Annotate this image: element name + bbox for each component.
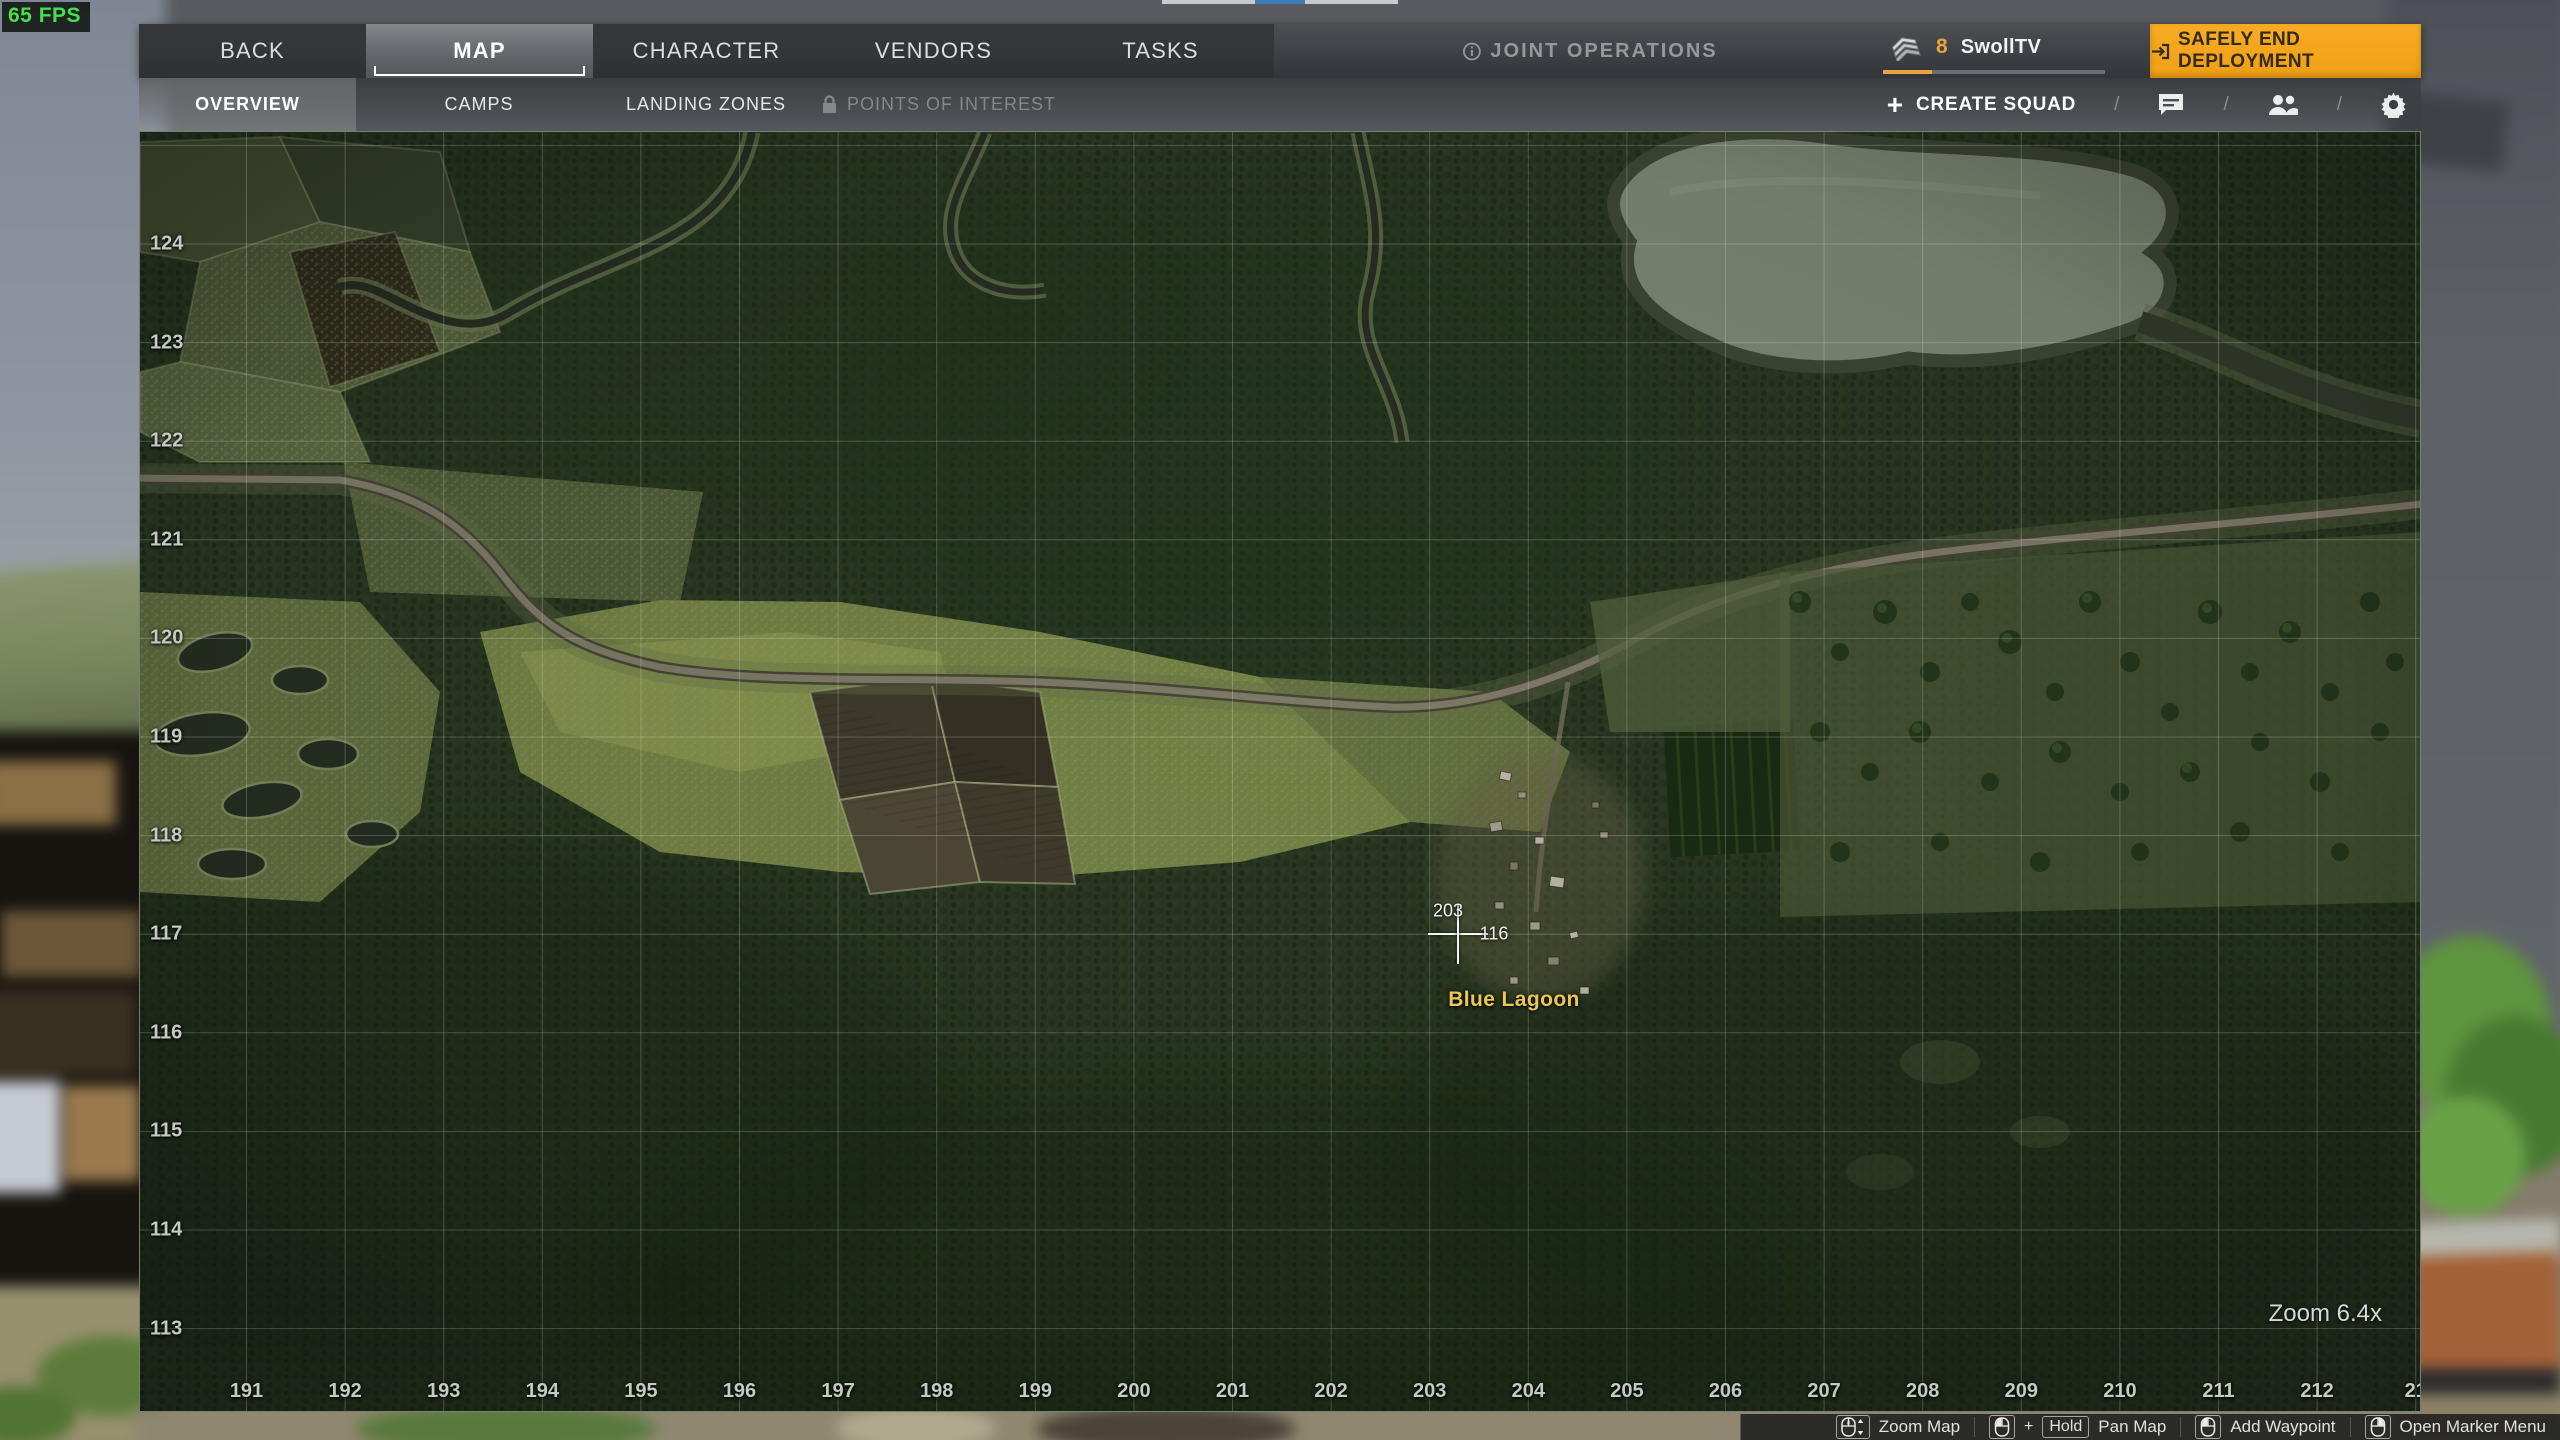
mouse-right-icon — [2365, 1415, 2391, 1439]
hint-add-waypoint: Add Waypoint — [2180, 1417, 2349, 1437]
lock-icon — [822, 95, 837, 114]
map-screen-panel: BACK MAP CHARACTER VENDORS TASKS JOINT O… — [139, 24, 2421, 1440]
hint-zoom-map: Zoom Map — [1822, 1417, 1974, 1437]
tactical-map[interactable]: 124123122121120119118117116115114113 191… — [139, 131, 2421, 1412]
scene-crate — [64, 1086, 140, 1181]
safely-end-deployment-button[interactable]: SAFELY END DEPLOYMENT — [2150, 24, 2421, 78]
toolbar-separator: / — [2114, 94, 2119, 116]
tab-vendors[interactable]: VENDORS — [820, 24, 1047, 78]
player-name: SwollTV — [1961, 36, 2042, 59]
scene-crate — [0, 991, 136, 1075]
map-toolbar: + CREATE SQUAD / / / — [1887, 78, 2407, 131]
create-squad-label: CREATE SQUAD — [1916, 94, 2076, 116]
create-squad-button[interactable]: + CREATE SQUAD — [1887, 91, 2076, 119]
player-info: 8 SwollTV — [1883, 24, 2113, 78]
mouse-left-icon — [1989, 1415, 2015, 1439]
map-zoom-level: Zoom 6.4x — [2269, 1300, 2382, 1328]
joint-operations-label: JOINT OPERATIONS — [1490, 40, 1717, 63]
main-tab-bar: BACK MAP CHARACTER VENDORS TASKS JOINT O… — [139, 24, 2421, 78]
scene-crate — [1, 911, 141, 977]
subtab-camps[interactable]: CAMPS — [444, 78, 513, 131]
player-level: 8 — [1936, 35, 1948, 59]
settings-gear-icon[interactable] — [2380, 91, 2407, 118]
hint-pan-map: + Hold Pan Map — [1974, 1417, 2180, 1437]
joint-operations-indicator: JOINT OPERATIONS — [1462, 24, 1717, 78]
fps-counter: 65 FPS — [2, 2, 90, 32]
location-label-blue-lagoon: Blue Lagoon — [1448, 988, 1580, 1012]
hint-plus: + — [2024, 1418, 2033, 1436]
top-progress-blue-segment — [1255, 0, 1305, 4]
plus-icon: + — [1887, 91, 1904, 119]
hint-label: Pan Map — [2098, 1417, 2166, 1437]
scene-crate — [0, 1081, 60, 1193]
mouse-scroll-icon — [1836, 1415, 1870, 1439]
rank-icon — [1889, 33, 1923, 61]
top-progress-bar — [1162, 0, 1398, 4]
squad-members-icon[interactable] — [2267, 93, 2299, 117]
exit-icon — [2150, 41, 2171, 62]
map-satellite-art — [140, 132, 2421, 1412]
subtab-points-of-interest-locked: POINTS OF INTEREST — [822, 78, 1056, 131]
tab-back[interactable]: BACK — [139, 24, 366, 78]
safely-end-deployment-label: SAFELY END DEPLOYMENT — [2178, 29, 2421, 73]
subtab-landing-zones[interactable]: LANDING ZONES — [626, 78, 786, 131]
xp-progress-fill — [1883, 70, 1932, 74]
tab-tasks[interactable]: TASKS — [1047, 24, 1274, 78]
control-hint-bar: Zoom Map + Hold Pan Map — [1740, 1414, 2560, 1440]
subtab-points-of-interest-label: POINTS OF INTEREST — [847, 94, 1056, 115]
subtab-overview[interactable]: OVERVIEW — [139, 78, 356, 131]
scene-crate — [0, 761, 116, 825]
mouse-left-icon — [2195, 1415, 2221, 1439]
hint-label: Add Waypoint — [2230, 1417, 2335, 1437]
hint-open-marker-menu: Open Marker Menu — [2350, 1417, 2560, 1437]
tab-map[interactable]: MAP — [366, 24, 593, 78]
scene-bush — [2406, 1096, 2526, 1216]
chat-icon[interactable] — [2157, 92, 2185, 117]
toolbar-separator: / — [2337, 94, 2342, 116]
info-icon — [1462, 42, 1481, 61]
tab-character[interactable]: CHARACTER — [593, 24, 820, 78]
screen: 65 FPS BACK MAP CHARACTER VENDORS TASKS … — [0, 0, 2560, 1440]
map-sub-nav: OVERVIEW CAMPS LANDING ZONES POINTS OF I… — [139, 78, 2421, 131]
xp-progress-bar — [1883, 70, 2105, 74]
toolbar-separator: / — [2223, 94, 2228, 116]
hint-label: Zoom Map — [1879, 1417, 1960, 1437]
hint-label: Open Marker Menu — [2400, 1417, 2546, 1437]
hold-key-chip: Hold — [2042, 1416, 2089, 1438]
